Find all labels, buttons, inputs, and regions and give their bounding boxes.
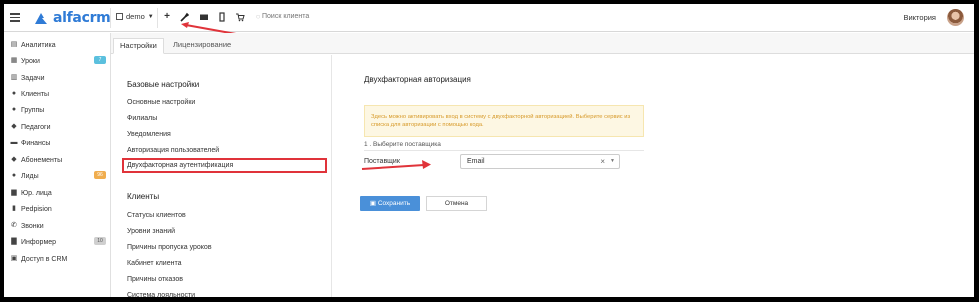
branch-selector[interactable]: demo ▼ (116, 12, 154, 21)
menu-item-two-factor[interactable]: Двухфакторная аутентификация (127, 162, 233, 169)
informer-icon: ▇ (11, 238, 17, 245)
sidebar-item-label: Лиды (21, 172, 39, 180)
money-icon: ▬ (10, 139, 18, 146)
logo-text: alfacrm (53, 10, 111, 26)
tab-licensing[interactable]: Лицензирование (167, 38, 237, 54)
divider (364, 150, 644, 151)
app-window: alfacrm demo ▼ + ○ Виктория (2, 2, 976, 299)
divider (157, 8, 158, 28)
menu-item-absence-reasons[interactable]: Причины пропуска уроков (127, 244, 212, 251)
lock-icon: ▣ (10, 255, 18, 262)
save-button[interactable]: ▣ Сохранить (360, 196, 420, 211)
cancel-button[interactable]: Отмена (426, 196, 487, 211)
sidebar-item-label: Pedpision (21, 205, 52, 213)
sidebar-item-label: Юр. лица (21, 189, 52, 197)
leads-icon: ● (11, 172, 17, 179)
save-icon: ▣ (369, 200, 378, 207)
phone-icon: ✆ (11, 222, 17, 229)
sidebar-item-teachers[interactable]: ◆ Педагоги (10, 121, 106, 133)
group-icon: ● (11, 106, 17, 113)
cart-icon[interactable] (235, 12, 245, 22)
sidebar-item-label: Доступ в CRM (21, 255, 68, 263)
sidebar-item-analytics[interactable]: ▤ Аналитика (10, 39, 106, 51)
menu-item-client-statuses[interactable]: Статусы клиентов (127, 212, 186, 219)
sidebar-item-label: Звонки (21, 222, 44, 230)
sidebar-item-lessons[interactable]: ▦ Уроки 7 (10, 55, 106, 67)
mail-icon[interactable] (199, 12, 209, 22)
sidebar-item-label: Абонементы (21, 156, 63, 164)
tasks-icon: ▥ (10, 74, 18, 81)
briefcase-icon: ▆ (11, 189, 17, 196)
badge: 10 (94, 237, 106, 245)
teacher-icon: ◆ (11, 123, 17, 130)
sidebar-item-tasks[interactable]: ▥ Задачи (10, 72, 106, 84)
analytics-icon: ▤ (10, 41, 18, 48)
sidebar-item-legal-entities[interactable]: ▆ Юр. лица (10, 187, 106, 199)
wrench-icon[interactable] (179, 12, 190, 22)
top-bar: alfacrm demo ▼ + ○ Виктория (4, 4, 974, 32)
sidebar-item-informer[interactable]: ▇ Информер 10 (10, 236, 106, 248)
menu-item-user-auth[interactable]: Авторизация пользователей (127, 147, 219, 154)
section-heading-clients: Клиенты (127, 192, 160, 201)
sidebar-item-label: Задачи (21, 74, 45, 82)
menu-burger-icon[interactable] (10, 13, 20, 22)
badge: 96 (94, 171, 106, 179)
sidebar-item-crm-access[interactable]: ▣ Доступ в CRM (10, 253, 106, 265)
divider (110, 8, 111, 28)
menu-item-notifications[interactable]: Уведомления (127, 131, 171, 138)
sidebar: ▤ Аналитика ▦ Уроки 7 ▥ Задачи ● Клиенты ● Гр… (4, 33, 111, 297)
menu-item-main-settings[interactable]: Основные настройки (127, 99, 195, 106)
sidebar-item-calls[interactable]: ✆ Звонки (10, 220, 106, 232)
sidebar-item-label: Группы (21, 106, 45, 114)
branch-name: demo (126, 12, 145, 21)
step-label: 1 . Выберите поставщика (364, 141, 441, 148)
subscription-icon: ◆ (11, 156, 17, 163)
sidebar-item-label: Педагоги (21, 123, 51, 131)
sidebar-item-label: Финансы (21, 139, 51, 147)
sidebar-item-subscriptions[interactable]: ◆ Абонементы (10, 154, 106, 166)
search-input[interactable] (262, 13, 402, 20)
sidebar-item-label: Клиенты (21, 90, 50, 98)
tab-bar: Настройки Лицензирование (111, 33, 974, 54)
sidebar-item-label: Аналитика (21, 41, 56, 49)
alfacrm-logo-icon (35, 13, 47, 24)
provider-select[interactable]: Email × ▼ (460, 154, 620, 169)
calendar-icon: ▦ (10, 57, 18, 64)
settings-menu: Базовые настройки Основные настройки Фил… (111, 55, 332, 297)
sidebar-item-label: Уроки (21, 57, 40, 65)
user-icon: ● (11, 90, 17, 97)
chevron-down-icon: ▼ (147, 13, 154, 20)
section-heading-basic: Базовые настройки (127, 80, 200, 89)
menu-item-loyalty-system[interactable]: Система лояльности (127, 292, 195, 297)
branch-icon (116, 13, 123, 20)
logo[interactable]: alfacrm (34, 10, 111, 26)
sidebar-item-leads[interactable]: ● Лиды 96 (10, 170, 106, 182)
sidebar-item-label: Информер (21, 238, 57, 246)
menu-item-branches[interactable]: Филиалы (127, 115, 157, 122)
add-icon[interactable]: + (162, 12, 172, 22)
info-alert: Здесь можно активировать вход в систему … (364, 105, 644, 137)
avatar[interactable] (947, 9, 964, 26)
clear-icon[interactable]: × (600, 155, 605, 168)
sidebar-item-clients[interactable]: ● Клиенты (10, 88, 106, 100)
save-button-label: Сохранить (377, 200, 411, 207)
main-content: Двухфакторная авторизация Здесь можно ак… (332, 55, 974, 297)
tab-settings[interactable]: Настройки (113, 38, 164, 54)
page-title: Двухфакторная авторизация (364, 75, 471, 84)
user-name[interactable]: Виктория (903, 13, 936, 22)
menu-item-refusal-reasons[interactable]: Причины отказов (127, 276, 183, 283)
annotation-arrow-icon (361, 160, 431, 170)
badge: 7 (94, 56, 106, 64)
document-icon: ▮ (12, 205, 16, 212)
menu-item-client-cabinet[interactable]: Кабинет клиента (127, 260, 181, 267)
menu-item-knowledge-levels[interactable]: Уровни знаний (127, 228, 175, 235)
sidebar-item-groups[interactable]: ● Группы (10, 104, 106, 116)
chevron-down-icon[interactable]: ▼ (610, 155, 615, 168)
sidebar-item-pedpision[interactable]: ▮ Pedpision (10, 203, 106, 215)
mobile-icon[interactable] (217, 12, 227, 22)
provider-value: Email (467, 158, 485, 165)
sidebar-item-finance[interactable]: ▬ Финансы (10, 137, 106, 149)
